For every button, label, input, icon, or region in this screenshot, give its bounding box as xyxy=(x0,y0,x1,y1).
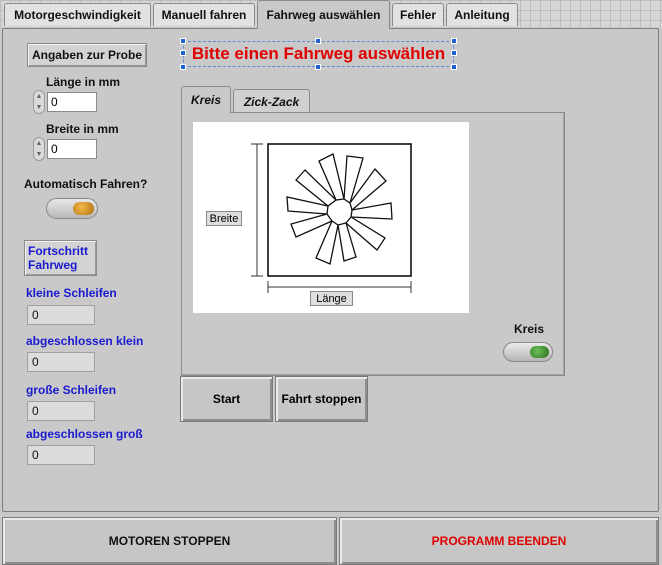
resize-handle[interactable] xyxy=(451,50,457,56)
increment-arrow-icon: ▲ xyxy=(35,93,43,100)
width-spinner[interactable]: ▲ ▼ xyxy=(33,137,45,161)
led-green-indicator xyxy=(530,346,549,358)
done-big-label: abgeschlossen groß xyxy=(26,427,143,441)
resize-handle[interactable] xyxy=(451,64,457,70)
mode-label: Kreis xyxy=(514,322,545,336)
resize-handle[interactable] xyxy=(180,38,186,44)
width-label: Breite in mm xyxy=(46,122,119,136)
end-program-button[interactable]: PROGRAMM BEENDEN xyxy=(339,517,659,565)
done-big-indicator: 0 xyxy=(27,445,95,465)
resize-handle[interactable] xyxy=(315,64,321,70)
stop-drive-button[interactable]: Fahrt stoppen xyxy=(275,376,368,422)
tab-motorgeschwindigkeit[interactable]: Motorgeschwindigkeit xyxy=(4,3,151,26)
length-input[interactable]: 0 xyxy=(47,92,97,112)
small-loops-indicator: 0 xyxy=(27,305,95,325)
tab-manuell-fahren[interactable]: Manuell fahren xyxy=(153,3,255,26)
decrement-arrow-icon: ▼ xyxy=(35,151,43,158)
done-small-indicator: 0 xyxy=(27,352,95,372)
tab-fehler[interactable]: Fehler xyxy=(392,3,444,26)
title-message: Bitte einen Fahrweg auswählen xyxy=(191,44,446,63)
resize-handle[interactable] xyxy=(180,64,186,70)
tab-zick-zack[interactable]: Zick-Zack xyxy=(233,89,310,113)
mode-toggle[interactable] xyxy=(503,342,553,362)
auto-drive-label: Automatisch Fahren? xyxy=(24,177,148,191)
done-small-label: abgeschlossen klein xyxy=(26,334,144,348)
led-orange-indicator xyxy=(73,202,94,215)
decrement-arrow-icon: ▼ xyxy=(35,104,43,111)
tab-fahrweg-auswaehlen[interactable]: Fahrweg auswählen xyxy=(257,0,390,29)
width-input[interactable]: 0 xyxy=(47,139,97,159)
tab-kreis[interactable]: Kreis xyxy=(181,86,231,113)
progress-path-button[interactable]: Fortschritt Fahrweg xyxy=(24,240,97,276)
start-button[interactable]: Start xyxy=(180,376,273,422)
small-loops-label: kleine Schleifen xyxy=(26,286,117,300)
big-loops-indicator: 0 xyxy=(27,401,95,421)
resize-handle[interactable] xyxy=(315,38,321,44)
length-label: Länge in mm xyxy=(46,75,121,89)
resize-handle[interactable] xyxy=(451,38,457,44)
path-diagram: Breite Länge xyxy=(193,122,469,313)
length-dimension-label: Länge xyxy=(310,291,353,306)
tab-anleitung[interactable]: Anleitung xyxy=(446,3,518,26)
probe-info-button[interactable]: Angaben zur Probe xyxy=(27,43,147,67)
resize-handle[interactable] xyxy=(180,50,186,56)
width-dimension-label: Breite xyxy=(206,211,242,226)
big-loops-label: große Schleifen xyxy=(26,383,117,397)
length-spinner[interactable]: ▲ ▼ xyxy=(33,90,45,114)
increment-arrow-icon: ▲ xyxy=(35,140,43,147)
stop-motors-button[interactable]: MOTOREN STOPPEN xyxy=(2,517,337,565)
auto-drive-toggle[interactable] xyxy=(46,198,98,219)
